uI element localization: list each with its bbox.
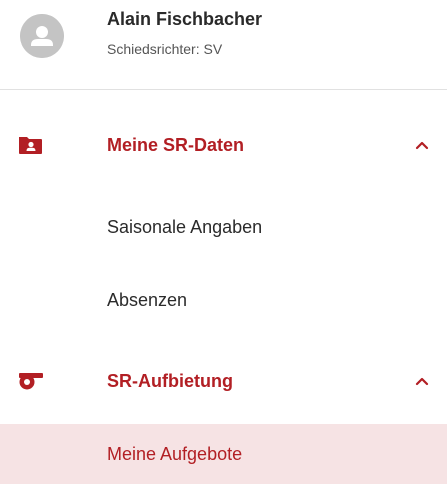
nav-group-sr-aufbietung[interactable]: SR-Aufbietung <box>0 351 447 411</box>
person-icon <box>20 14 64 58</box>
nav-item-absenzen[interactable]: Absenzen <box>0 276 447 324</box>
whistle-icon <box>18 370 44 392</box>
folder-person-icon <box>18 134 44 156</box>
nav-item-label: Saisonale Angaben <box>107 217 263 237</box>
user-name: Alain Fischbacher <box>107 9 263 29</box>
nav-item-label: Absenzen <box>107 290 188 310</box>
chevron-up-icon[interactable] <box>415 140 429 150</box>
nav-item-saisonale-angaben[interactable]: Saisonale Angaben <box>0 203 447 251</box>
nav-group-label: SR-Aufbietung <box>107 371 233 391</box>
user-role: Schiedsrichter: SV <box>107 41 223 57</box>
nav-item-label: Meine Aufgebote <box>107 444 243 464</box>
nav-group-meine-sr-daten[interactable]: Meine SR-Daten <box>0 115 447 175</box>
nav-group-label: Meine SR-Daten <box>107 135 245 155</box>
chevron-up-icon[interactable] <box>415 376 429 386</box>
nav-item-meine-aufgebote[interactable]: Meine Aufgebote <box>0 424 447 484</box>
avatar[interactable] <box>20 14 64 58</box>
user-profile-header: Alain Fischbacher Schiedsrichter: SV <box>0 0 447 90</box>
